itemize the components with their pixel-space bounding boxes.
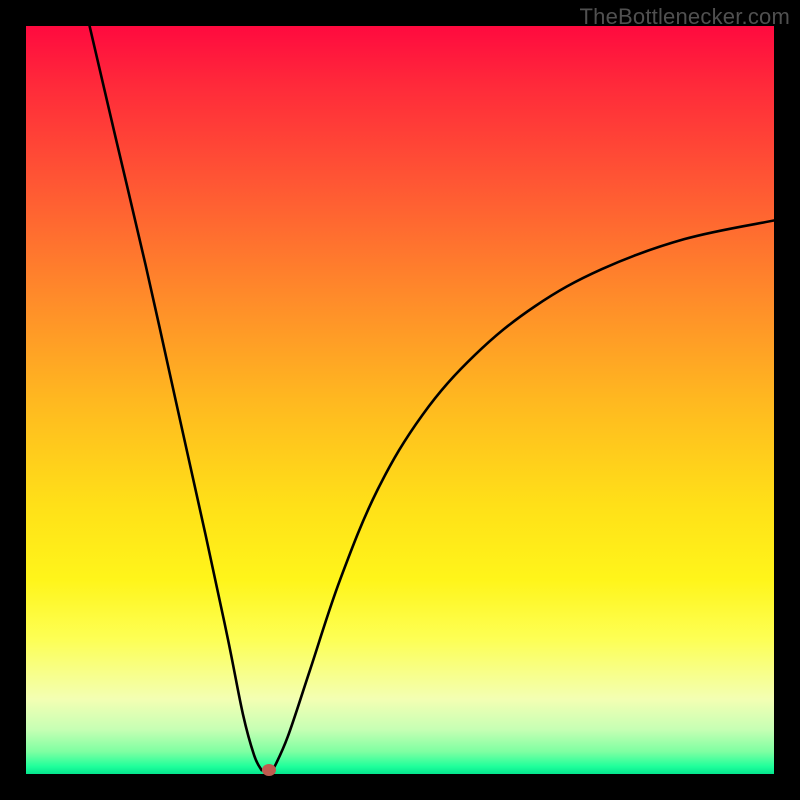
- curve-path: [90, 26, 774, 770]
- plot-area: [26, 26, 774, 774]
- minimum-marker: [262, 764, 276, 776]
- watermark-text: TheBottlenecker.com: [580, 4, 790, 30]
- chart-frame: TheBottlenecker.com: [0, 0, 800, 800]
- bottleneck-curve: [26, 26, 774, 774]
